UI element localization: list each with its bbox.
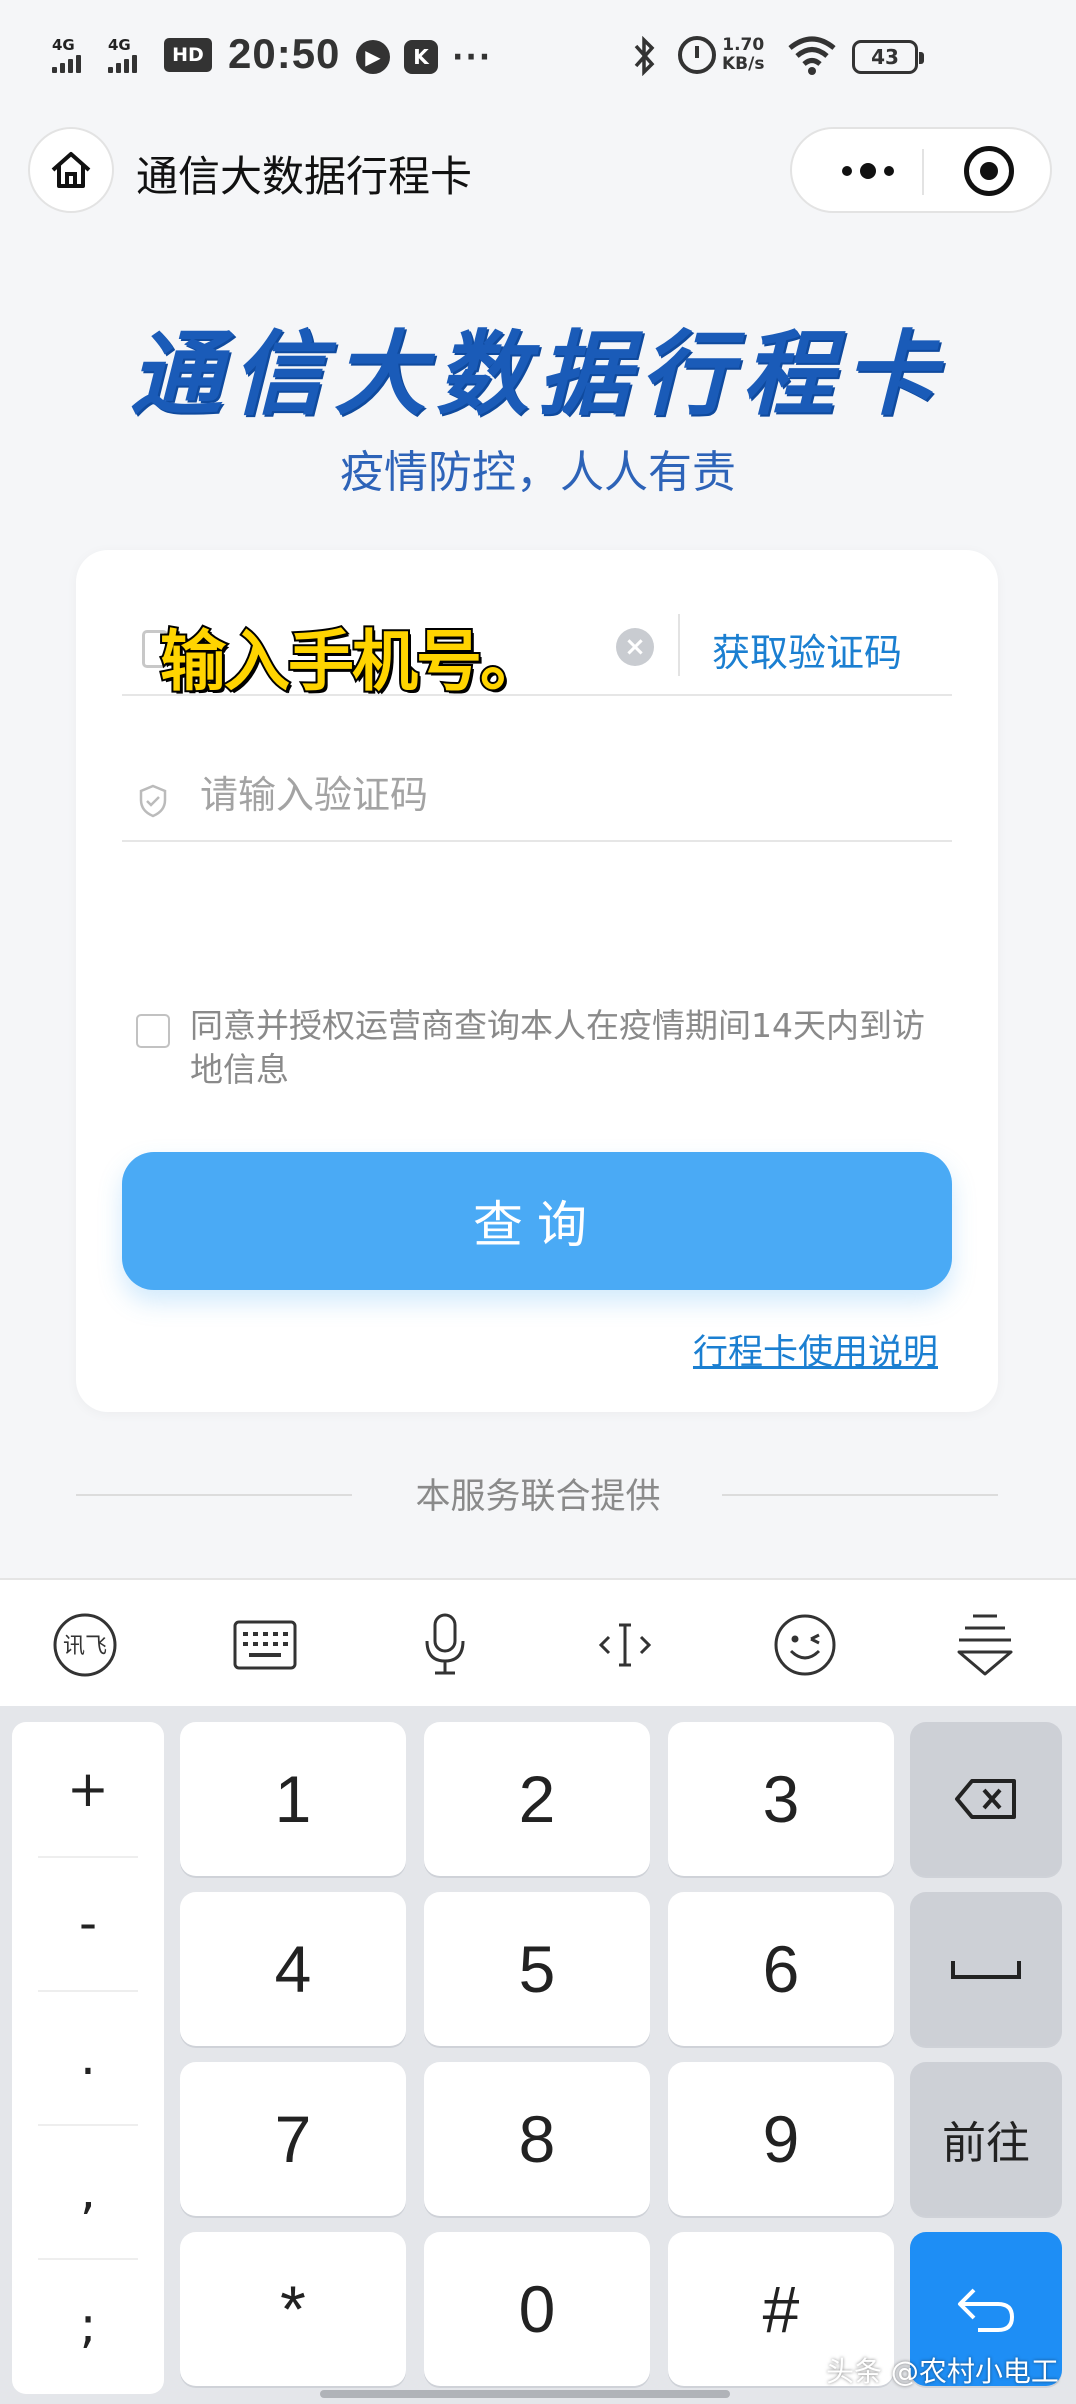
phone-overlay-caption: 输入手机号。 <box>158 621 548 702</box>
signal-1-icon: 4G <box>52 38 81 73</box>
code-input-row <box>122 746 952 842</box>
more-options-icon[interactable] <box>828 149 908 193</box>
hd-voice-icon: HD <box>164 38 212 72</box>
slogan: 疫情防控，人人有责 <box>340 447 736 498</box>
backspace-icon <box>955 1779 1016 1819</box>
ifly-logo-icon[interactable]: 讯飞 <box>50 1610 120 1680</box>
key-9[interactable]: 9 <box>668 2062 894 2216</box>
battery-level: 43 <box>871 45 899 69</box>
key-2[interactable]: 2 <box>424 1722 650 1876</box>
network-speed-value: 1.70 <box>722 35 765 55</box>
navbar-title: 通信大数据行程卡 <box>136 152 473 201</box>
space-key[interactable] <box>910 1892 1062 2046</box>
agreement-checkbox[interactable] <box>136 1014 170 1048</box>
mini-program-capsule <box>790 127 1052 213</box>
symbol-key-plus[interactable]: + <box>12 1722 164 1856</box>
signal-2-label: 4G <box>108 36 131 54</box>
clock: 20:50 <box>228 30 341 77</box>
backspace-key[interactable] <box>910 1722 1062 1876</box>
key-8[interactable]: 8 <box>424 2062 650 2216</box>
symbol-column: + - . , ; <box>12 1722 164 2394</box>
play-app-icon: ▶ <box>356 40 390 74</box>
keyboard-toolbar: 讯飞 <box>0 1578 1076 1706</box>
agreement-text[interactable]: 同意并授权运营商查询本人在疫情期间14天内到访地信息 <box>190 1004 930 1092</box>
status-bar: 4G 4G HD 20:50 ▶ K ··· 1.70 KB/s 43 <box>0 0 1076 115</box>
key-6[interactable]: 6 <box>668 1892 894 2046</box>
phone-input-row[interactable]: 输入手机号。 × 获取验证码 <box>122 600 952 702</box>
cursor-icon[interactable] <box>590 1610 660 1680</box>
ifly-label: 讯飞 <box>63 1634 107 1659</box>
symbol-key-comma[interactable]: , <box>12 2124 164 2258</box>
clear-input-icon[interactable]: × <box>616 628 654 666</box>
symbol-key-dot[interactable]: . <box>12 1990 164 2124</box>
key-0[interactable]: 0 <box>424 2232 650 2386</box>
home-icon <box>51 152 91 188</box>
key-7[interactable]: 7 <box>180 2062 406 2216</box>
key-5[interactable]: 5 <box>424 1892 650 2046</box>
capsule-divider <box>922 149 924 195</box>
bluetooth-icon <box>632 35 656 85</box>
k-app-icon: K <box>404 40 438 74</box>
go-key[interactable]: 前往 <box>910 2062 1062 2216</box>
close-mini-program-icon[interactable] <box>964 146 1014 196</box>
symbol-key-semicolon[interactable]: ; <box>12 2258 164 2392</box>
alarm-icon <box>678 36 716 74</box>
network-speed: 1.70 KB/s <box>722 36 764 74</box>
keyboard-icon[interactable] <box>230 1610 300 1680</box>
brand-title: 通信大数据行程卡 <box>129 321 946 428</box>
shield-icon <box>139 784 167 818</box>
enter-icon <box>958 2288 1015 2332</box>
numeric-keyboard: + - . , ; 1 2 3 4 5 6 7 8 9 前往 * 0 # <box>0 1706 1076 2404</box>
mini-program-navbar: 通信大数据行程卡 <box>0 115 1076 223</box>
key-3[interactable]: 3 <box>668 1722 894 1876</box>
verification-code-input[interactable] <box>200 768 900 822</box>
microphone-icon[interactable] <box>410 1610 480 1680</box>
signal-2-icon: 4G <box>108 38 137 73</box>
network-speed-unit: KB/s <box>722 54 765 74</box>
input-divider <box>678 614 680 676</box>
wifi-icon <box>788 36 836 76</box>
query-button[interactable]: 查询 <box>122 1152 952 1290</box>
home-button[interactable] <box>28 127 114 213</box>
watermark: 头条 @农村小电工 <box>826 2355 1059 2388</box>
emoji-icon[interactable] <box>770 1610 840 1680</box>
get-code-button[interactable]: 获取验证码 <box>712 622 902 677</box>
more-notifications-icon: ··· <box>452 40 493 75</box>
battery-icon: 43 <box>852 40 924 74</box>
help-link[interactable]: 行程卡使用说明 <box>693 1324 938 1375</box>
key-4[interactable]: 4 <box>180 1892 406 2046</box>
signal-1-label: 4G <box>52 36 75 54</box>
home-indicator[interactable] <box>320 2390 730 2398</box>
footer-text: 本服务联合提供 <box>415 1477 661 1517</box>
login-card: 输入手机号。 × 获取验证码 同意并授权运营商查询本人在疫情期间14天内到访地信… <box>76 550 998 1412</box>
key-1[interactable]: 1 <box>180 1722 406 1876</box>
hd-label: HD <box>172 44 204 66</box>
hide-keyboard-icon[interactable] <box>950 1610 1020 1680</box>
k-app-label: K <box>413 45 429 69</box>
space-icon <box>951 1961 1021 1979</box>
symbol-key-minus[interactable]: - <box>12 1856 164 1990</box>
key-asterisk[interactable]: * <box>180 2232 406 2386</box>
